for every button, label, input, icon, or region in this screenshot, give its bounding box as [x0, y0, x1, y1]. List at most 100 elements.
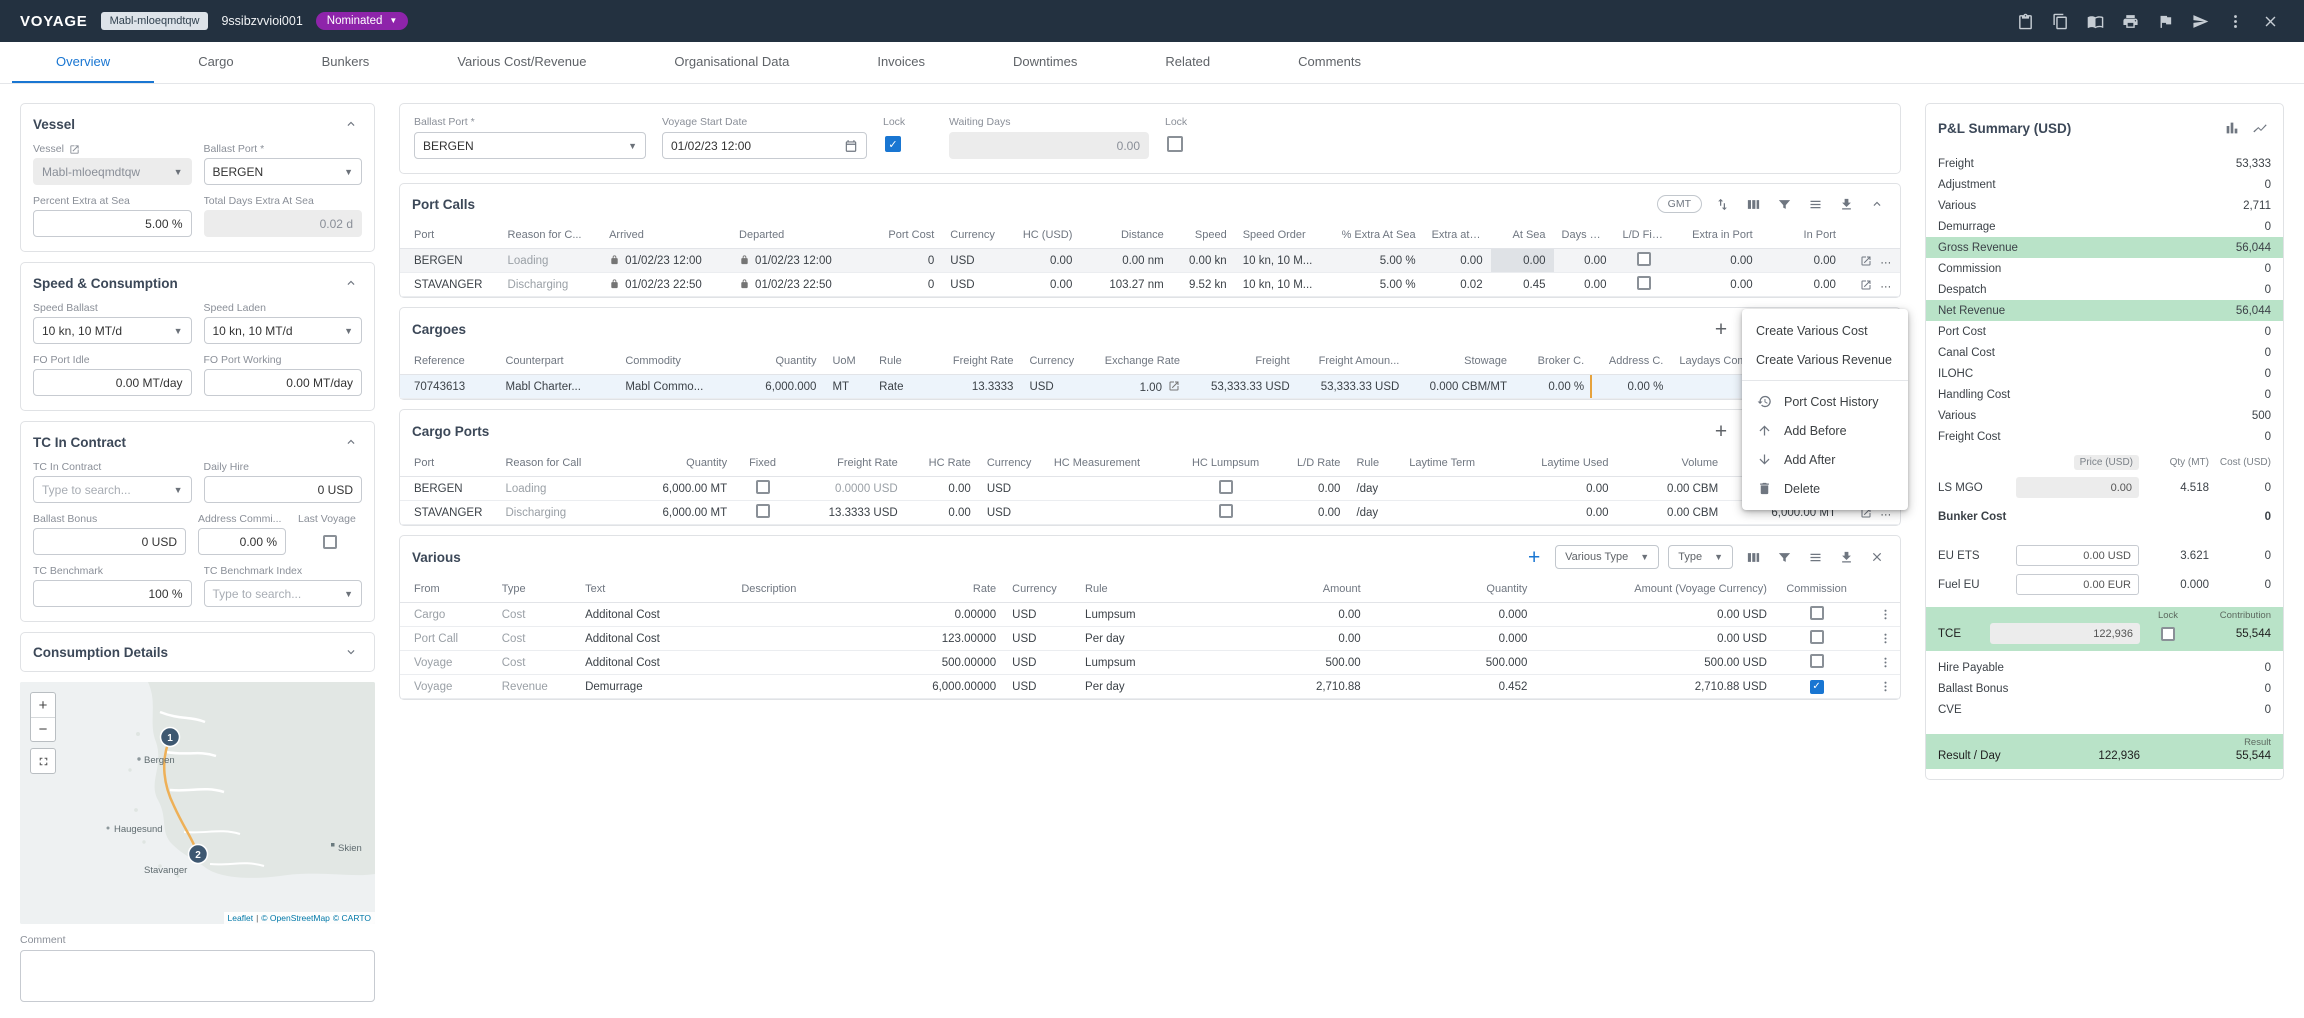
- cell[interactable]: 0.00: [906, 501, 979, 525]
- flag-icon[interactable]: [2151, 7, 2179, 35]
- cell[interactable]: 0.00: [1424, 249, 1491, 273]
- cell[interactable]: 0.00: [1491, 249, 1554, 273]
- menu-item-port-cost-history[interactable]: Port Cost History: [1742, 387, 1908, 416]
- book-icon[interactable]: [2081, 7, 2109, 35]
- density-icon[interactable]: [1804, 546, 1826, 568]
- clipboard-icon[interactable]: [2011, 7, 2039, 35]
- sidebar-ballast-port-select[interactable]: BERGEN▼: [204, 158, 363, 185]
- cell[interactable]: 01/02/23 22:50: [731, 273, 875, 297]
- cell[interactable]: [733, 651, 879, 675]
- tab-organisational-data[interactable]: Organisational Data: [630, 42, 833, 83]
- cell[interactable]: Cargo: [400, 603, 494, 627]
- cell[interactable]: Mabl Charter...: [497, 375, 617, 399]
- cell[interactable]: 0.00: [1519, 477, 1616, 501]
- cell[interactable]: Cost: [494, 627, 577, 651]
- cell[interactable]: 0.00: [1519, 501, 1616, 525]
- cell[interactable]: Per day: [1077, 627, 1212, 651]
- filter-icon[interactable]: [1773, 193, 1795, 215]
- vessel-select[interactable]: Mabl-mloeqmdtqw▼: [33, 158, 192, 185]
- fuel-eu-price-input[interactable]: 0.00 EUR: [2016, 574, 2139, 595]
- col-reason-for-call[interactable]: Reason for Call: [497, 450, 623, 477]
- leaflet-link[interactable]: Leaflet: [228, 913, 254, 923]
- cell[interactable]: Loading: [500, 249, 602, 273]
- col-description[interactable]: Description: [733, 576, 879, 603]
- kebab-icon[interactable]: [1879, 656, 1892, 669]
- col-exchange-rate[interactable]: Exchange Rate: [1086, 348, 1188, 375]
- columns-icon[interactable]: [1742, 546, 1764, 568]
- carto-link[interactable]: © CARTO: [333, 913, 371, 923]
- cell[interactable]: [1614, 249, 1673, 273]
- cell[interactable]: Mabl Commo...: [617, 375, 737, 399]
- cell[interactable]: 0.000: [1369, 603, 1536, 627]
- tab-bunkers[interactable]: Bunkers: [278, 42, 414, 83]
- cell[interactable]: Additonal Cost: [577, 627, 733, 651]
- cell[interactable]: Loading: [497, 477, 623, 501]
- col-commodity[interactable]: Commodity: [617, 348, 737, 375]
- cell-checkbox[interactable]: [1219, 504, 1233, 518]
- col-currency[interactable]: Currency: [979, 450, 1046, 477]
- cell[interactable]: 0.00: [1761, 273, 1844, 297]
- cell[interactable]: Cost: [494, 603, 577, 627]
- col-freight[interactable]: Freight: [1188, 348, 1298, 375]
- tc-benchmark-input[interactable]: 100 %: [33, 580, 192, 607]
- zoom-in-button[interactable]: +: [31, 693, 55, 717]
- cell[interactable]: 0.000 CBM/MT: [1407, 375, 1515, 399]
- col-reason-for-c[interactable]: Reason for C...: [500, 222, 602, 249]
- col-reference[interactable]: Reference: [400, 348, 497, 375]
- cell[interactable]: 0.00000: [879, 603, 1004, 627]
- cell[interactable]: Lumpsum: [1077, 651, 1212, 675]
- various-type-filter[interactable]: Various Type▼: [1555, 545, 1659, 569]
- col-hc-lumpsum[interactable]: HC Lumpsum: [1180, 450, 1271, 477]
- cell-checkbox[interactable]: [1637, 252, 1651, 266]
- col-commission[interactable]: Commission: [1775, 576, 1858, 603]
- cell-checkbox[interactable]: [756, 504, 770, 518]
- cell[interactable]: 0.00 %: [1592, 375, 1671, 399]
- cell[interactable]: [1858, 627, 1900, 651]
- chevron-up-icon[interactable]: [340, 272, 362, 294]
- cell[interactable]: 0.02: [1424, 273, 1491, 297]
- col-volume[interactable]: Volume: [1617, 450, 1727, 477]
- cell[interactable]: 01/02/23 12:00: [601, 249, 731, 273]
- tab-invoices[interactable]: Invoices: [833, 42, 969, 83]
- cell[interactable]: 0: [875, 273, 942, 297]
- tab-cargo[interactable]: Cargo: [154, 42, 277, 83]
- col-counterpart[interactable]: Counterpart: [497, 348, 617, 375]
- cell[interactable]: 500.000: [1369, 651, 1536, 675]
- cell-checkbox[interactable]: [1810, 606, 1824, 620]
- col-rate[interactable]: Rate: [879, 576, 1004, 603]
- last-voyage-checkbox[interactable]: [323, 535, 337, 549]
- cell[interactable]: 0.00: [1761, 249, 1844, 273]
- cell[interactable]: 5.00 %: [1330, 273, 1423, 297]
- more-icon[interactable]: [2221, 7, 2249, 35]
- cell[interactable]: Port Call: [400, 627, 494, 651]
- tce-lock-checkbox[interactable]: [2161, 627, 2175, 641]
- daily-hire-input[interactable]: 0 USD: [204, 476, 363, 503]
- cell[interactable]: 0.00 nm: [1080, 249, 1171, 273]
- cell[interactable]: 53,333.33 USD: [1298, 375, 1408, 399]
- col-rule[interactable]: Rule: [1077, 576, 1212, 603]
- col-extra-at-sea[interactable]: % Extra At Sea: [1330, 222, 1423, 249]
- cell[interactable]: 0.00: [1212, 627, 1368, 651]
- col-port-cost[interactable]: Port Cost: [875, 222, 942, 249]
- cell[interactable]: ✓: [1775, 675, 1858, 699]
- cell[interactable]: [1180, 477, 1271, 501]
- tab-overview[interactable]: Overview: [12, 42, 154, 83]
- col-uom[interactable]: UoM: [824, 348, 871, 375]
- tab-various-cost-revenue[interactable]: Various Cost/Revenue: [413, 42, 630, 83]
- tc-benchmark-index-select[interactable]: Type to search...▼: [204, 580, 363, 607]
- tc-in-contract-select[interactable]: Type to search...▼: [33, 476, 192, 503]
- eu-ets-price-input[interactable]: 0.00 USD: [2016, 545, 2139, 566]
- cell[interactable]: BERGEN: [400, 477, 497, 501]
- zoom-out-button[interactable]: −: [31, 717, 55, 741]
- cell[interactable]: /day: [1348, 477, 1401, 501]
- cell[interactable]: 500.00 USD: [1535, 651, 1775, 675]
- map-marker-2[interactable]: 2: [189, 845, 208, 864]
- cell[interactable]: Lumpsum: [1077, 603, 1212, 627]
- cell[interactable]: USD: [1004, 627, 1077, 651]
- sort-icon[interactable]: [1711, 193, 1733, 215]
- launch-icon[interactable]: [1860, 279, 1872, 291]
- cell[interactable]: Per day: [1077, 675, 1212, 699]
- vessel-section-header[interactable]: Vessel: [21, 104, 374, 137]
- col-quantity[interactable]: Quantity: [1369, 576, 1536, 603]
- cell[interactable]: USD: [1004, 651, 1077, 675]
